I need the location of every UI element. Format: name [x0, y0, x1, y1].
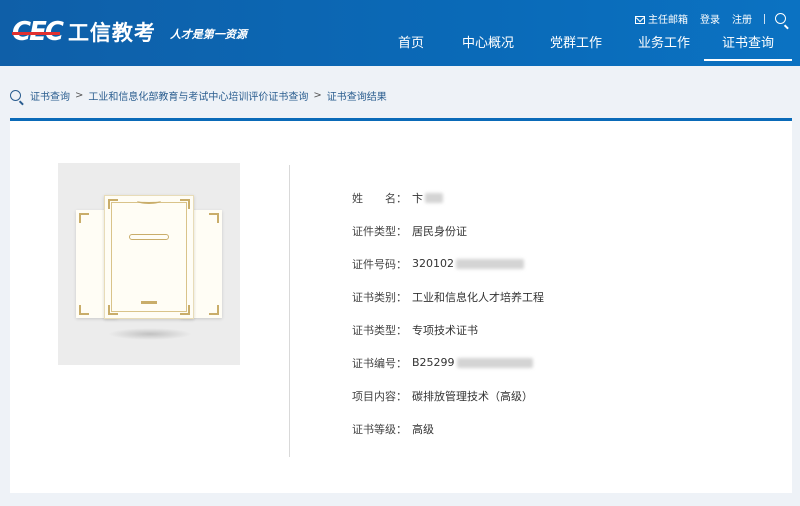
- field-label: 证书类别：: [352, 290, 407, 304]
- redaction-blur: [425, 192, 443, 203]
- field-label: 姓 名：: [352, 191, 407, 205]
- field-value: 工业和信息化人才培养工程: [412, 290, 544, 304]
- logo-name: 工信教考: [67, 21, 156, 45]
- top-utility-bar: 主任邮箱 登录 注册: [623, 11, 786, 26]
- mailbox-link[interactable]: 主任邮箱: [635, 11, 688, 26]
- logo-mark: CEC: [12, 17, 64, 47]
- register-link[interactable]: 注册: [732, 11, 752, 26]
- login-link[interactable]: 登录: [700, 11, 720, 26]
- certificate-shadow: [108, 328, 192, 340]
- field-label: 项目内容：: [352, 389, 407, 403]
- redaction-blur: [456, 258, 524, 269]
- search-icon[interactable]: [775, 13, 786, 24]
- site-header: CEC 工信教考 人才是第一资源 主任邮箱 登录 注册 首页 中心概况 党群工作…: [0, 0, 800, 66]
- site-logo[interactable]: CEC 工信教考 人才是第一资源: [12, 14, 247, 50]
- field-value: 专项技术证书: [412, 323, 478, 337]
- field-cert-category: 证书类别： 工业和信息化人才培养工程: [352, 280, 544, 313]
- field-label: 证书类型：: [352, 323, 407, 337]
- field-cert-number: 证书编号： B25299: [352, 346, 544, 379]
- certificate-image: [58, 163, 240, 365]
- field-id-number: 证件号码： 320102: [352, 247, 544, 280]
- field-value: B25299: [412, 356, 533, 369]
- result-card: 姓 名： 卞 证件类型： 居民身份证 证件号码： 320102 证书类别： 工业…: [10, 118, 792, 493]
- breadcrumb-item-certificate-query[interactable]: 证书查询: [30, 88, 70, 103]
- redaction-blur: [456, 357, 533, 368]
- field-value: 碳排放管理技术（高级）: [412, 389, 533, 403]
- field-label: 证件号码：: [352, 257, 407, 271]
- nav-about[interactable]: 中心概况: [444, 34, 532, 62]
- field-id-type: 证件类型： 居民身份证: [352, 214, 544, 247]
- logo-slogan: 人才是第一资源: [169, 28, 247, 41]
- nav-party[interactable]: 党群工作: [532, 34, 620, 62]
- breadcrumb-separator: >: [313, 90, 322, 101]
- field-value: 居民身份证: [412, 224, 467, 238]
- nav-certificate-query[interactable]: 证书查询: [704, 34, 792, 62]
- certificate-details: 姓 名： 卞 证件类型： 居民身份证 证件号码： 320102 证书类别： 工业…: [352, 181, 544, 445]
- breadcrumb-search-icon: [10, 90, 21, 101]
- nav-business[interactable]: 业务工作: [620, 34, 708, 62]
- field-cert-type: 证书类型： 专项技术证书: [352, 313, 544, 346]
- field-name: 姓 名： 卞: [352, 181, 544, 214]
- logo-stripe: [12, 32, 60, 35]
- nav-home[interactable]: 首页: [378, 34, 444, 62]
- field-label: 证件类型：: [352, 224, 407, 238]
- field-cert-level: 证书等级： 高级: [352, 412, 544, 445]
- mail-icon: [635, 16, 645, 24]
- divider: [289, 165, 290, 457]
- field-value: 高级: [412, 422, 434, 436]
- main-nav: 首页 中心概况 党群工作 业务工作 证书查询: [378, 34, 792, 62]
- breadcrumb-separator: >: [75, 90, 84, 101]
- field-label: 证书等级：: [352, 422, 407, 436]
- field-value: 卞: [412, 190, 443, 206]
- field-label: 证书编号：: [352, 356, 407, 370]
- topbar-divider: [764, 13, 765, 24]
- field-value: 320102: [412, 257, 524, 270]
- breadcrumb: 证书查询 > 工业和信息化部教育与考试中心培训评价证书查询 > 证书查询结果: [10, 88, 387, 103]
- certificate-paper-front: [104, 195, 194, 319]
- field-project: 项目内容： 碳排放管理技术（高级）: [352, 379, 544, 412]
- breadcrumb-item-result: 证书查询结果: [326, 92, 387, 103]
- breadcrumb-item-training-query[interactable]: 工业和信息化部教育与考试中心培训评价证书查询: [88, 88, 308, 103]
